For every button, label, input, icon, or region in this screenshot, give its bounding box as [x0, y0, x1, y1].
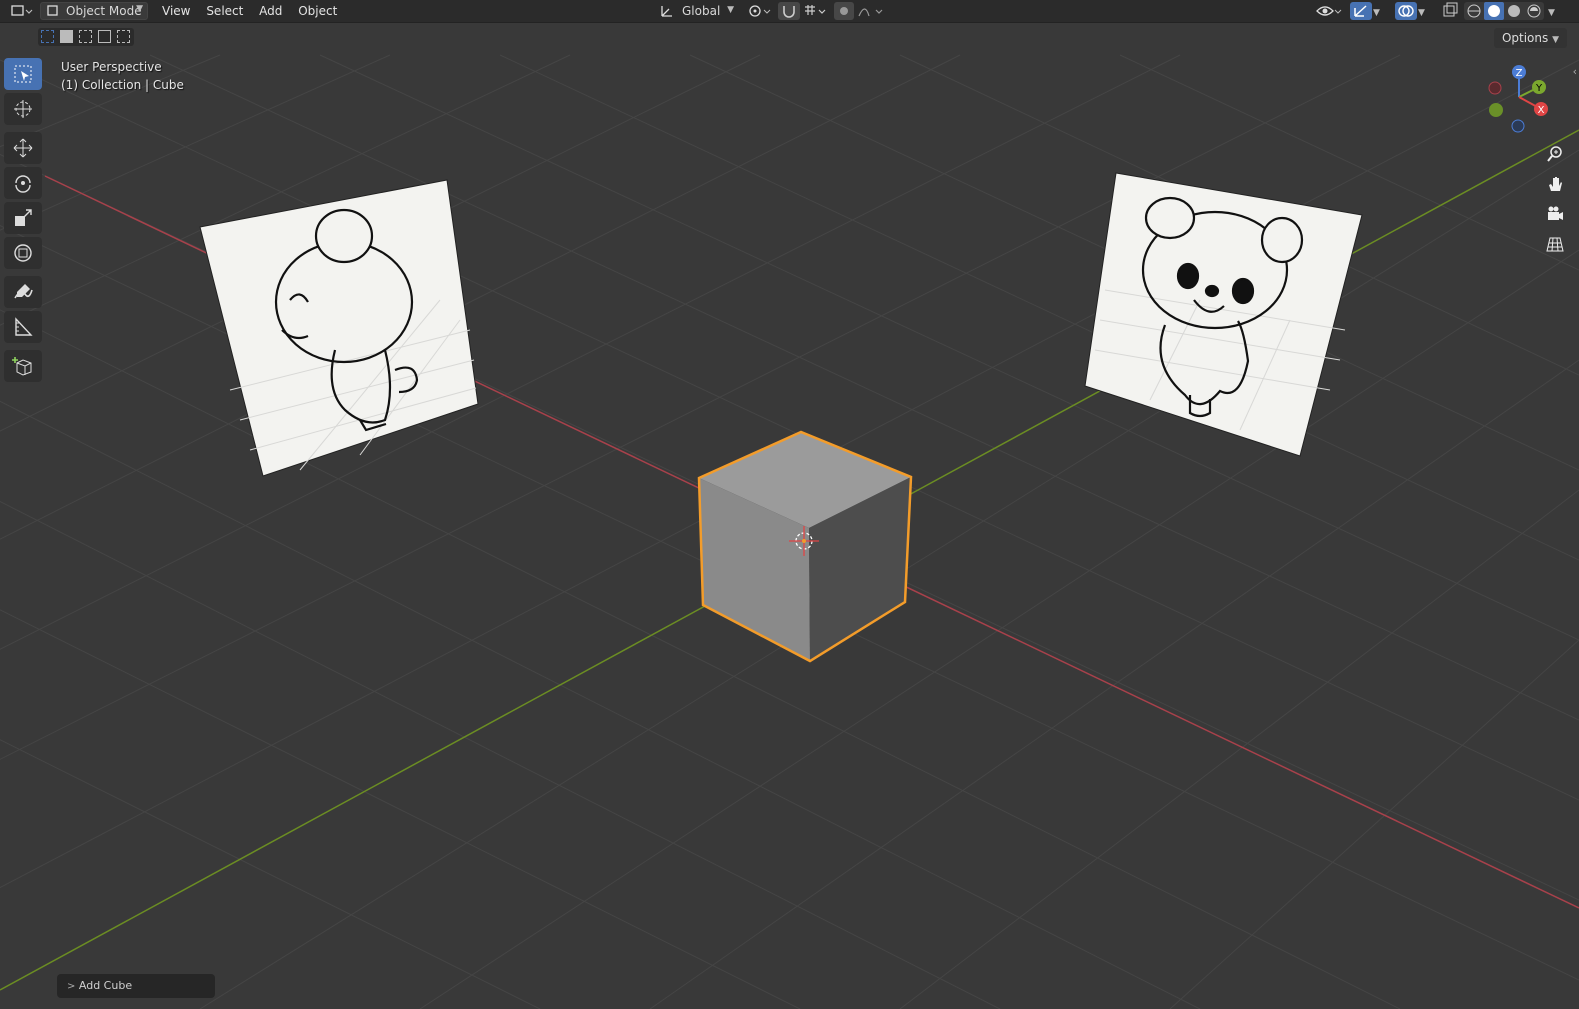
shading-dropdown[interactable]: ▼: [1548, 0, 1555, 22]
mode-selector[interactable]: Object Mode ▼: [40, 2, 148, 20]
chevron-down-icon: ▼: [727, 5, 734, 15]
active-object-label: (1) Collection | Cube: [61, 78, 184, 92]
navigation-gizmo[interactable]: Z Y X: [1480, 60, 1560, 140]
chevron-down-icon: ▼: [136, 4, 143, 14]
annotate-icon: [14, 284, 33, 299]
options-dropdown[interactable]: Options ▼: [1493, 28, 1567, 48]
zoom-icon: [1547, 146, 1562, 162]
cube-object[interactable]: [697, 430, 913, 663]
gizmo-x-label: X: [1538, 105, 1545, 116]
select-invert-icon[interactable]: [98, 30, 111, 43]
snap-toggle[interactable]: [778, 2, 800, 20]
tool-move[interactable]: [4, 132, 42, 164]
viewport-info: User Perspective (1) Collection | Cube: [61, 58, 184, 94]
select-extend-icon[interactable]: [60, 30, 73, 43]
tool-annotate[interactable]: [4, 276, 42, 308]
tool-rotate[interactable]: [4, 167, 42, 199]
transform-orientation-selector[interactable]: Global ▼: [656, 2, 738, 20]
last-operator-label: Add Cube: [78, 979, 133, 992]
gizmo-icon: [1354, 5, 1367, 17]
viewport-header: Object Mode ▼ View Select Add Object Glo…: [0, 0, 1579, 23]
last-operator-panel[interactable]: > Add Cube: [57, 974, 215, 998]
xray-toggle[interactable]: [1440, 0, 1462, 22]
rendered-shading-icon[interactable]: [1527, 4, 1541, 18]
proportional-edit-toggle[interactable]: [834, 2, 854, 20]
snap-target-button[interactable]: [802, 0, 828, 22]
shading-modes: [1464, 2, 1544, 20]
chevron-down-icon: ▼: [1548, 8, 1555, 18]
tool-add-cube[interactable]: [4, 350, 42, 382]
solid-shading-icon[interactable]: [1488, 5, 1500, 17]
hand-icon: [1549, 177, 1562, 191]
camera-icon: [1548, 206, 1563, 220]
scale-icon: [15, 209, 32, 226]
chevron-down-icon: ▼: [1418, 8, 1425, 18]
proportional-edit-icon: [840, 7, 848, 15]
menu-object[interactable]: Object: [292, 4, 343, 18]
material-shading-icon[interactable]: [1508, 5, 1520, 17]
select-intersect-icon[interactable]: [117, 30, 130, 43]
gizmo-y-label: Y: [1535, 83, 1543, 94]
chevron-down-icon: ▼: [1373, 8, 1380, 18]
zoom-button[interactable]: [1541, 140, 1569, 168]
menu-view[interactable]: View: [156, 4, 196, 18]
xray-icon: [1443, 2, 1458, 17]
tool-measure[interactable]: [4, 311, 42, 343]
falloff-button[interactable]: [856, 0, 886, 22]
menu-select[interactable]: Select: [200, 4, 249, 18]
tool-scale[interactable]: [4, 202, 42, 234]
camera-view-button[interactable]: [1541, 200, 1569, 228]
gizmo-toggle[interactable]: [1350, 2, 1372, 20]
chevron-down-icon: ▼: [1552, 35, 1559, 45]
select-box-icon: [14, 65, 32, 83]
pivot-icon: [749, 5, 771, 17]
select-subtract-icon[interactable]: [79, 30, 92, 43]
menu-add[interactable]: Add: [253, 4, 288, 18]
grid-perspective-icon: [1546, 237, 1564, 252]
orientation-label: Global: [682, 4, 721, 18]
object-mode-icon: [47, 5, 58, 16]
mode-label: Object Mode: [66, 4, 142, 18]
tool-cursor[interactable]: [4, 93, 42, 125]
falloff-curve-icon: [858, 8, 883, 17]
transform-icon: [14, 244, 32, 262]
select-new-icon[interactable]: [41, 30, 54, 43]
editor-type-icon: [11, 5, 33, 16]
rotate-icon: [15, 175, 31, 193]
reference-image-side[interactable]: [199, 179, 479, 477]
tool-select-box[interactable]: [4, 58, 42, 90]
viewport-canvas[interactable]: [0, 0, 1579, 1009]
cursor-icon: [14, 100, 32, 118]
add-cube-icon: [12, 357, 32, 376]
selection-mode-group: [38, 28, 134, 46]
visibility-button[interactable]: [1314, 0, 1344, 22]
chevron-right-icon: >: [67, 981, 76, 992]
reference-image-front[interactable]: [1084, 172, 1363, 457]
eye-icon: [1316, 6, 1342, 16]
wireframe-shading-icon[interactable]: [1467, 4, 1481, 18]
move-icon: [13, 138, 33, 158]
options-label: Options: [1501, 31, 1549, 45]
orientation-icon: [661, 6, 672, 17]
gizmo-dropdown[interactable]: ▼: [1373, 0, 1380, 22]
pivot-point-button[interactable]: [746, 0, 772, 22]
snap-increment-icon: [805, 5, 826, 15]
pan-button[interactable]: [1541, 170, 1569, 198]
perspective-label: User Perspective: [61, 60, 162, 74]
overlays-toggle[interactable]: [1395, 2, 1417, 20]
editor-type-button[interactable]: [6, 0, 34, 22]
overlays-icon: [1398, 5, 1414, 17]
ortho-toggle-button[interactable]: [1541, 230, 1569, 258]
sidebar-toggle[interactable]: ‹: [1573, 65, 1577, 78]
measure-icon: [15, 317, 33, 336]
magnet-icon: [783, 6, 795, 18]
overlays-dropdown[interactable]: ▼: [1418, 0, 1425, 22]
gizmo-z-label: Z: [1516, 68, 1523, 79]
tool-transform[interactable]: [4, 237, 42, 269]
